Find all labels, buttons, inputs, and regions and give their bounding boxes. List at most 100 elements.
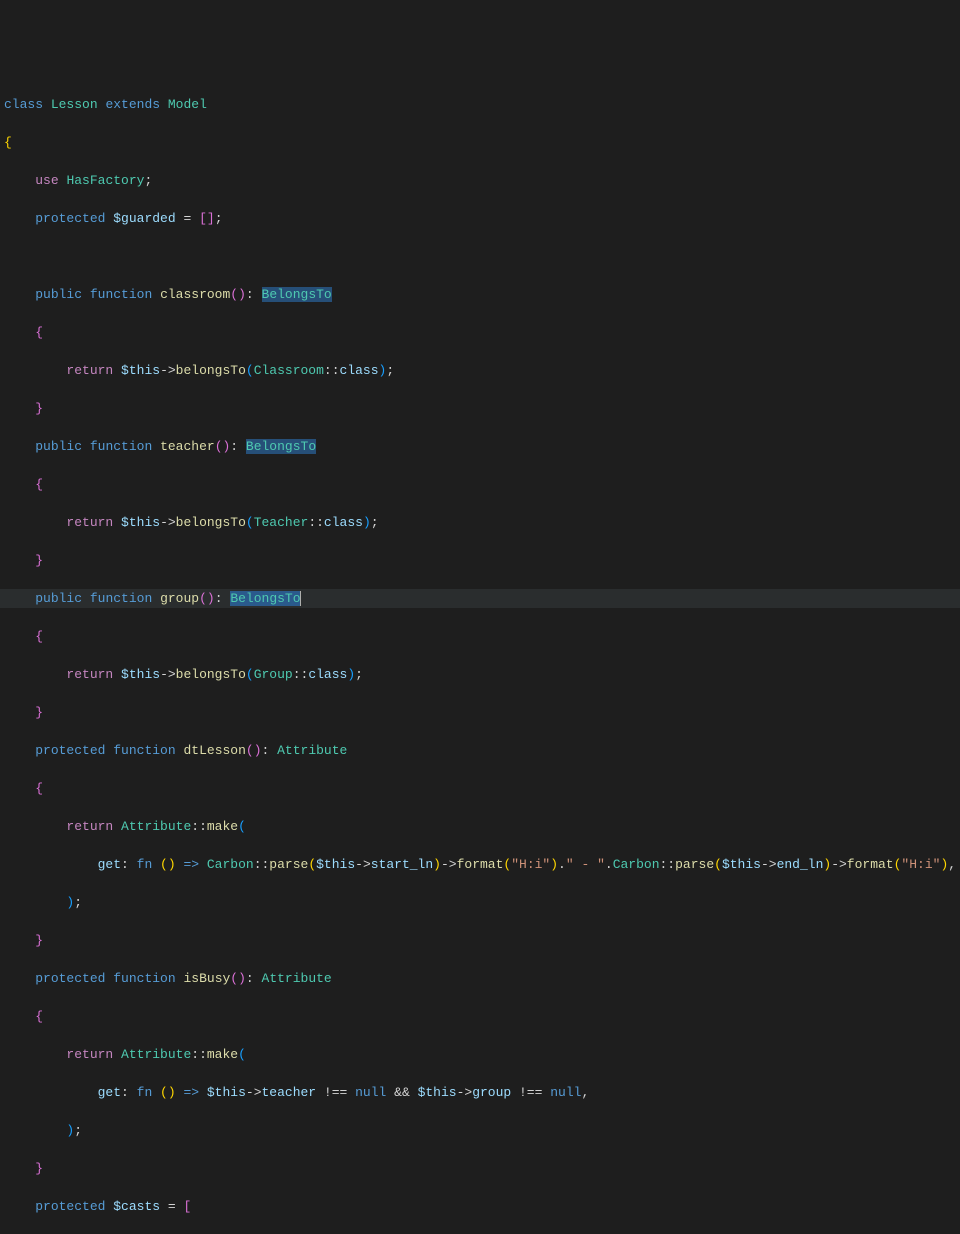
code-line[interactable]: return Attribute::make(	[0, 1045, 960, 1064]
comma: ,	[948, 857, 956, 872]
code-line[interactable]: protected $casts = [	[0, 1197, 960, 1216]
keyword-return: return	[66, 667, 113, 682]
keyword-function: function	[113, 971, 175, 986]
class-name: Lesson	[51, 97, 98, 112]
method-name: classroom	[160, 287, 230, 302]
code-line[interactable]: );	[0, 1121, 960, 1140]
double-colon: ::	[293, 667, 309, 682]
code-editor[interactable]: class Lesson extends Model { use HasFact…	[0, 76, 960, 1234]
string: "H:i"	[901, 857, 940, 872]
paren-open: (	[246, 515, 254, 530]
keyword-function: function	[113, 743, 175, 758]
code-line[interactable]: }	[0, 1159, 960, 1178]
property: group	[472, 1085, 511, 1100]
semicolon: ;	[144, 173, 152, 188]
return-type-selected: BelongsTo	[230, 591, 300, 606]
code-line[interactable]: get: fn () => $this->teacher !== null &&…	[0, 1083, 960, 1102]
code-line[interactable]: {	[0, 627, 960, 646]
code-line[interactable]: {	[0, 475, 960, 494]
modifier: protected	[35, 743, 105, 758]
property: teacher	[262, 1085, 317, 1100]
code-line[interactable]: protected function isBusy(): Attribute	[0, 969, 960, 988]
this: $this	[121, 667, 160, 682]
code-line[interactable]	[0, 247, 960, 266]
code-line[interactable]: return $this->belongsTo(Group::class);	[0, 665, 960, 684]
code-line[interactable]: {	[0, 133, 960, 152]
modifier: public	[35, 287, 82, 302]
code-line[interactable]: {	[0, 323, 960, 342]
code-line[interactable]: public function classroom(): BelongsTo	[0, 285, 960, 304]
colon: :	[121, 1085, 137, 1100]
code-line[interactable]: }	[0, 399, 960, 418]
this: $this	[316, 857, 355, 872]
string: "H:i"	[511, 857, 550, 872]
code-line[interactable]: }	[0, 551, 960, 570]
array-open: [	[183, 1199, 191, 1214]
parens: ()	[152, 857, 175, 872]
code-line[interactable]: protected $guarded = [];	[0, 209, 960, 228]
parens: ()	[230, 287, 246, 302]
method-call: make	[207, 1047, 238, 1062]
named-arg: get	[98, 1085, 121, 1100]
this: $this	[121, 363, 160, 378]
named-arg: get	[98, 857, 121, 872]
operator: =	[160, 1199, 183, 1214]
brace-open: {	[35, 629, 43, 644]
keyword-extends: extends	[105, 97, 160, 112]
code-line-active[interactable]: public function group(): BelongsTo	[0, 589, 960, 608]
paren-close: )	[66, 895, 74, 910]
brace-open: {	[4, 135, 12, 150]
concat: .	[558, 857, 566, 872]
keyword-function: function	[90, 287, 152, 302]
semicolon: ;	[74, 1123, 82, 1138]
code-line[interactable]: {	[0, 1007, 960, 1026]
operator: &&	[386, 1085, 417, 1100]
double-colon: ::	[308, 515, 324, 530]
return-type: BelongsTo	[246, 439, 316, 454]
arrow: ->	[160, 363, 176, 378]
code-line[interactable]: {	[0, 779, 960, 798]
operator: !==	[316, 1085, 355, 1100]
code-line[interactable]: class Lesson extends Model	[0, 95, 960, 114]
keyword-fn: fn	[137, 857, 153, 872]
code-line[interactable]: return $this->belongsTo(Classroom::class…	[0, 361, 960, 380]
this: $this	[207, 1085, 246, 1100]
concat: .	[605, 857, 613, 872]
arrow-fn: =>	[176, 1085, 207, 1100]
brace-close: }	[35, 553, 43, 568]
code-line[interactable]: use HasFactory;	[0, 171, 960, 190]
colon: :	[230, 439, 246, 454]
code-line[interactable]: get: fn () => Carbon::parse($this->start…	[0, 855, 960, 874]
class-ref: Attribute	[121, 1047, 191, 1062]
method-call: belongsTo	[176, 515, 246, 530]
semicolon: ;	[74, 895, 82, 910]
paren-open: (	[246, 363, 254, 378]
code-line[interactable]: return $this->belongsTo(Teacher::class);	[0, 513, 960, 532]
parens: ()	[230, 971, 246, 986]
method-name: isBusy	[183, 971, 230, 986]
paren-open: (	[246, 667, 254, 682]
colon: :	[121, 857, 137, 872]
brace-open: {	[35, 477, 43, 492]
parens: ()	[199, 591, 215, 606]
paren-open: (	[308, 857, 316, 872]
paren-close: )	[550, 857, 558, 872]
method-call: format	[847, 857, 894, 872]
paren-close: )	[347, 667, 355, 682]
code-line[interactable]: protected function dtLesson(): Attribute	[0, 741, 960, 760]
code-line[interactable]: }	[0, 931, 960, 950]
code-line[interactable]: return Attribute::make(	[0, 817, 960, 836]
paren-close: )	[940, 857, 948, 872]
brace-open: {	[35, 781, 43, 796]
code-line[interactable]: }	[0, 703, 960, 722]
class-const: class	[340, 363, 379, 378]
keyword-fn: fn	[137, 1085, 153, 1100]
code-line[interactable]: public function teacher(): BelongsTo	[0, 437, 960, 456]
class-ref: Group	[254, 667, 293, 682]
class-ref: Classroom	[254, 363, 324, 378]
code-line[interactable]: );	[0, 893, 960, 912]
method-call: belongsTo	[176, 667, 246, 682]
variable: $guarded	[113, 211, 175, 226]
trait-name: HasFactory	[66, 173, 144, 188]
paren-open: (	[714, 857, 722, 872]
